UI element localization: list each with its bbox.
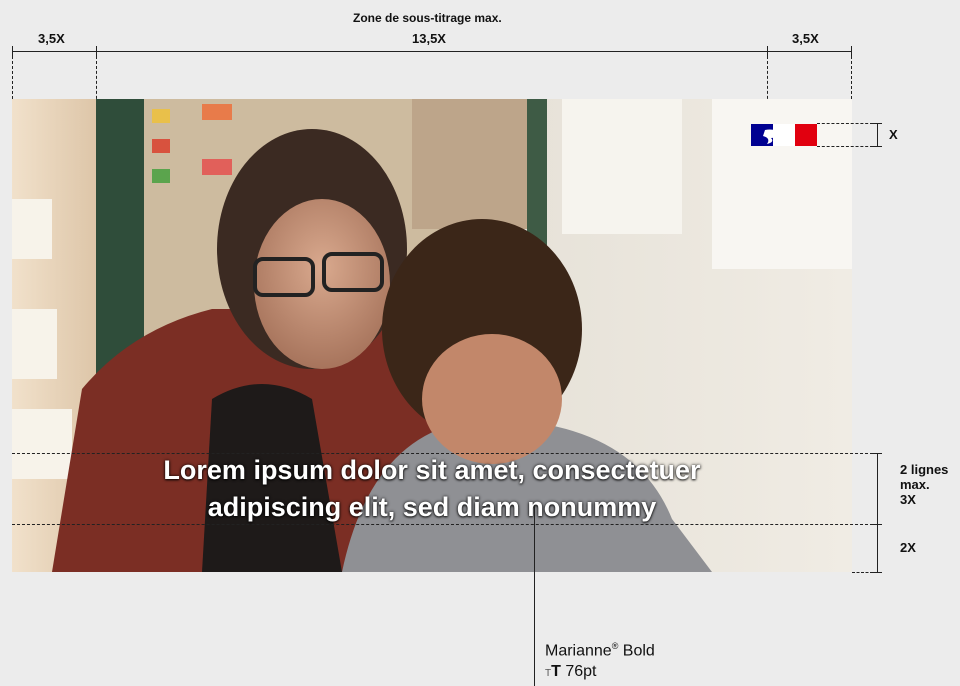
font-size: 76pt	[565, 663, 597, 680]
guide-right-edge	[851, 51, 852, 99]
font-weight: Bold	[622, 642, 655, 660]
logo-marker-bottom	[872, 146, 882, 147]
right-tick-bottom	[872, 572, 882, 573]
logo-bottom-guide	[817, 146, 873, 147]
logo-height-label: X	[889, 127, 898, 142]
lines-max-line-1: 2 lignes	[900, 462, 949, 477]
font-name-annotation: Marianne® Bold	[545, 641, 655, 660]
subtitle-line-2: adipiscing elit, sed diam nonummy	[207, 492, 657, 522]
lines-max-line-2: max.	[900, 477, 930, 492]
right-tick-top	[872, 453, 882, 454]
logo-top-guide	[817, 123, 873, 124]
top-measure-line	[12, 51, 852, 52]
lines-height-label: 3X	[900, 492, 916, 507]
logo-height-marker	[877, 123, 878, 147]
lines-max-label: 2 lignes max. 3X	[900, 462, 948, 507]
font-leader-line	[534, 505, 535, 686]
font-size-annotation: TT 76pt	[545, 663, 596, 681]
center-width-label: 13,5X	[412, 31, 446, 46]
right-tick-mid	[872, 524, 882, 525]
guide-left-edge	[12, 51, 13, 99]
subtitle-line-1: Lorem ipsum dolor sit amet, consectetuer	[163, 455, 701, 485]
right-measure-line	[877, 453, 878, 572]
registered-mark: ®	[611, 641, 619, 651]
subtitle-zone-title: Zone de sous-titrage max.	[353, 11, 502, 25]
font-size-icon: TT	[545, 663, 561, 680]
logo-marker-top	[872, 123, 882, 124]
frame-bottom-guide	[852, 572, 873, 573]
marianne-flag-logo	[751, 124, 817, 146]
right-margin-label: 3,5X	[792, 31, 819, 46]
font-name: Marianne	[545, 642, 612, 660]
sample-subtitle: Lorem ipsum dolor sit amet, consectetuer…	[60, 452, 804, 526]
left-margin-label: 3,5X	[38, 31, 65, 46]
bottom-margin-label: 2X	[900, 540, 916, 555]
